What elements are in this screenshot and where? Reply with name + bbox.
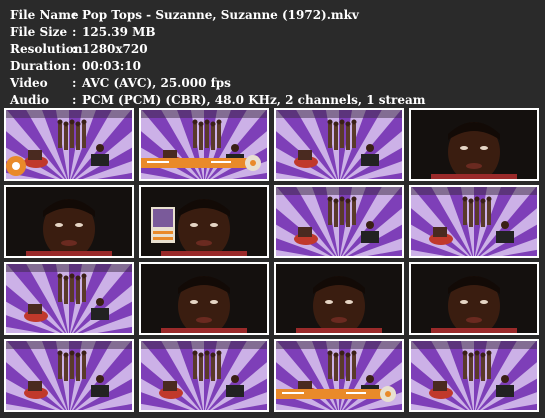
file-size-row: File Size:125.39 MB <box>10 24 426 41</box>
video-thumbnail <box>4 185 134 258</box>
video-value: AVC (AVC), 25.000 fps <box>82 76 231 90</box>
video-thumbnail <box>274 339 404 412</box>
video-thumbnail <box>4 339 134 412</box>
video-thumbnail <box>139 339 269 412</box>
file-name-label: File Name <box>10 8 79 22</box>
audio-value: PCM (PCM) (CBR), 48.0 KHz, 2 channels, 1… <box>82 93 426 107</box>
separator: : <box>72 59 77 73</box>
audio-label: Audio <box>10 93 49 107</box>
video-thumbnail <box>274 185 404 258</box>
separator: : <box>72 93 77 107</box>
video-thumbnail <box>409 262 539 335</box>
separator: : <box>72 76 77 90</box>
video-label: Video <box>10 76 48 90</box>
separator: : <box>72 42 77 56</box>
video-thumbnail <box>274 262 404 335</box>
audio-row: Audio: PCM (PCM) (CBR), 48.0 KHz, 2 chann… <box>10 92 426 109</box>
separator: : <box>72 8 77 22</box>
file-name-value: Pop Tops - Suzanne, Suzanne (1972).mkv <box>82 8 359 22</box>
video-thumbnail <box>139 108 269 181</box>
thumbnail-grid <box>4 108 539 412</box>
video-thumbnail <box>274 108 404 181</box>
file-size-value: 125.39 MB <box>82 25 156 39</box>
video-thumbnail <box>4 262 134 335</box>
duration-row: Duration:00:03:10 <box>10 58 426 75</box>
duration-value: 00:03:10 <box>82 59 141 73</box>
resolution-row: Resolution: 1280x720 <box>10 41 426 58</box>
resolution-value: 1280x720 <box>82 42 148 56</box>
duration-label: Duration <box>10 59 71 73</box>
file-info-panel: File Name: Pop Tops - Suzanne, Suzanne (1… <box>10 7 426 109</box>
file-name-row: File Name: Pop Tops - Suzanne, Suzanne (1… <box>10 7 426 24</box>
separator: : <box>72 25 77 39</box>
resolution-label: Resolution <box>10 42 83 56</box>
video-thumbnail <box>409 185 539 258</box>
video-thumbnail <box>409 108 539 181</box>
video-thumbnail <box>4 108 134 181</box>
video-thumbnail <box>139 262 269 335</box>
video-row: Video: AVC (AVC), 25.000 fps <box>10 75 426 92</box>
file-size-label: File Size <box>10 25 68 39</box>
video-thumbnail <box>139 185 269 258</box>
video-thumbnail <box>409 339 539 412</box>
